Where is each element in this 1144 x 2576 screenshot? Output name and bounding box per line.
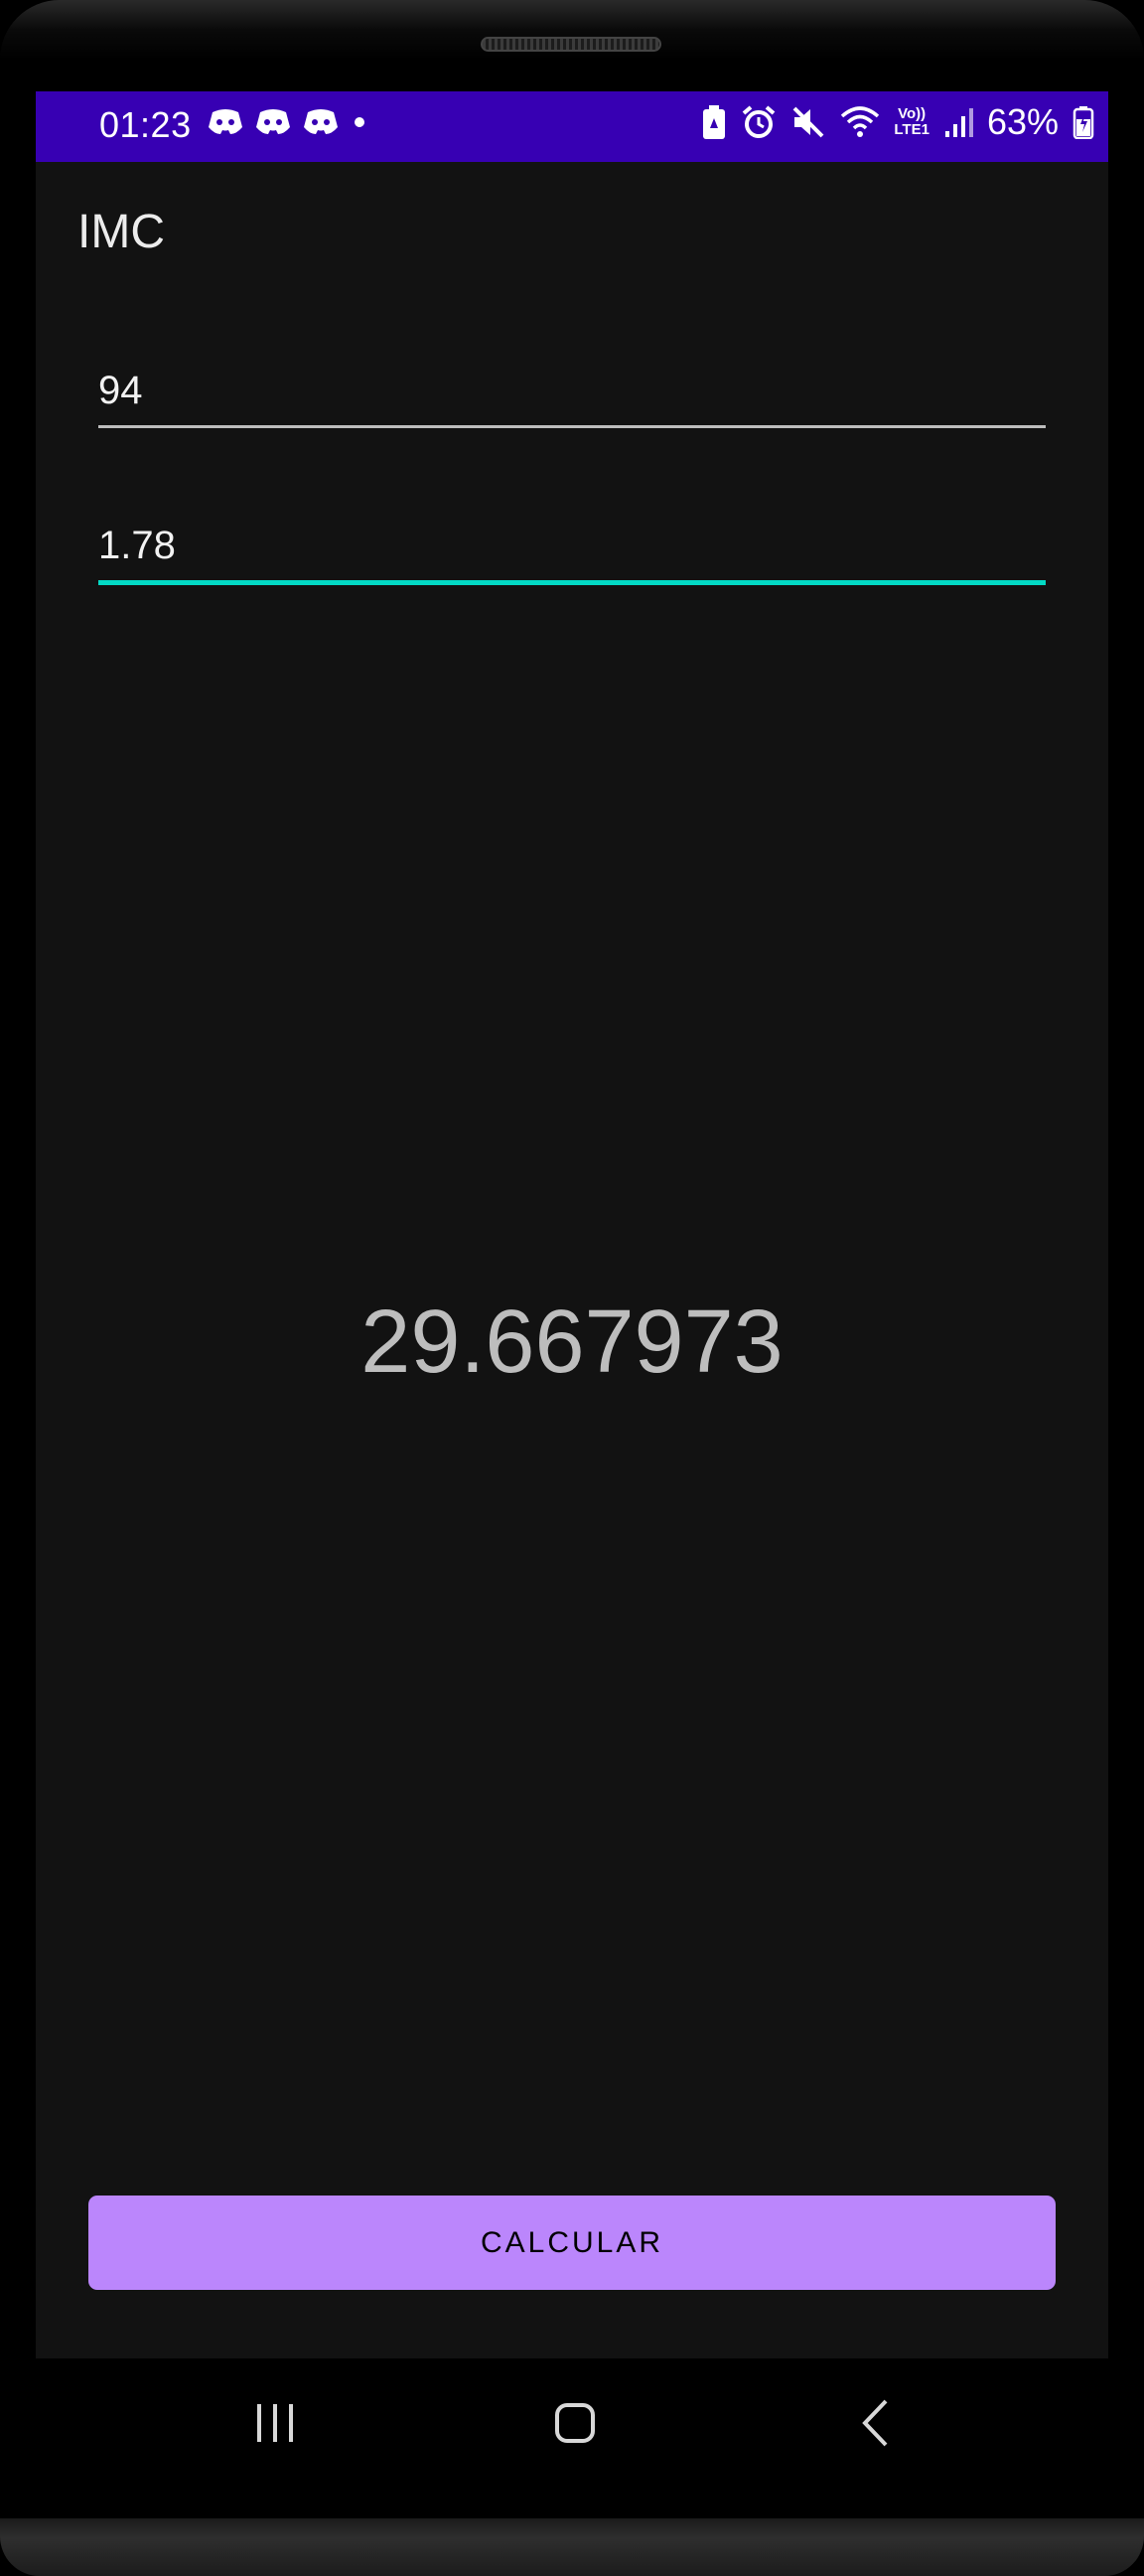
device-bottom-edge bbox=[0, 2518, 1144, 2576]
battery-icon bbox=[1072, 105, 1094, 139]
notification-icons bbox=[207, 107, 369, 137]
system-icons: Vo)) LTE1 63% bbox=[701, 101, 1094, 143]
speaker-grille bbox=[481, 37, 661, 52]
weight-input[interactable] bbox=[98, 368, 1046, 425]
battery-percent: 63% bbox=[986, 101, 1059, 142]
lte-label: LTE1 bbox=[894, 121, 930, 138]
home-icon[interactable] bbox=[554, 2401, 596, 2445]
height-field[interactable] bbox=[98, 523, 1046, 585]
alarm-icon bbox=[741, 104, 777, 140]
discord-icon bbox=[207, 107, 244, 137]
battery-saver-icon bbox=[701, 104, 727, 140]
volte-label: Vo)) bbox=[898, 105, 927, 122]
bmi-result: 29.667973 bbox=[360, 1292, 784, 1392]
back-icon[interactable] bbox=[860, 2398, 890, 2448]
navigation-bar bbox=[0, 2358, 1144, 2488]
weight-field[interactable] bbox=[98, 368, 1046, 428]
height-input[interactable] bbox=[98, 523, 1046, 580]
mute-icon bbox=[790, 104, 826, 140]
app-screen: 01:23 Vo)) LTE1 63% IMC 94 1.78 29.66797… bbox=[36, 91, 1108, 2358]
status-time: 01:23 bbox=[99, 104, 192, 145]
network-type-label: Vo)) LTE1 bbox=[894, 106, 930, 138]
device-frame: 01:23 Vo)) LTE1 63% IMC 94 1.78 29.66797… bbox=[0, 0, 1144, 2576]
calculate-button[interactable]: CALCULAR bbox=[88, 2196, 1056, 2290]
recents-icon[interactable] bbox=[255, 2402, 295, 2444]
height-field-underline-focused bbox=[98, 580, 1046, 585]
discord-icon bbox=[302, 107, 340, 137]
status-bar: 01:23 Vo)) LTE1 63% bbox=[36, 91, 1108, 162]
notification-dot-icon bbox=[350, 107, 369, 137]
discord-icon bbox=[254, 107, 292, 137]
signal-icon bbox=[943, 105, 973, 139]
app-title: IMC bbox=[77, 206, 165, 258]
wifi-icon bbox=[840, 104, 880, 140]
weight-field-underline bbox=[98, 425, 1046, 428]
